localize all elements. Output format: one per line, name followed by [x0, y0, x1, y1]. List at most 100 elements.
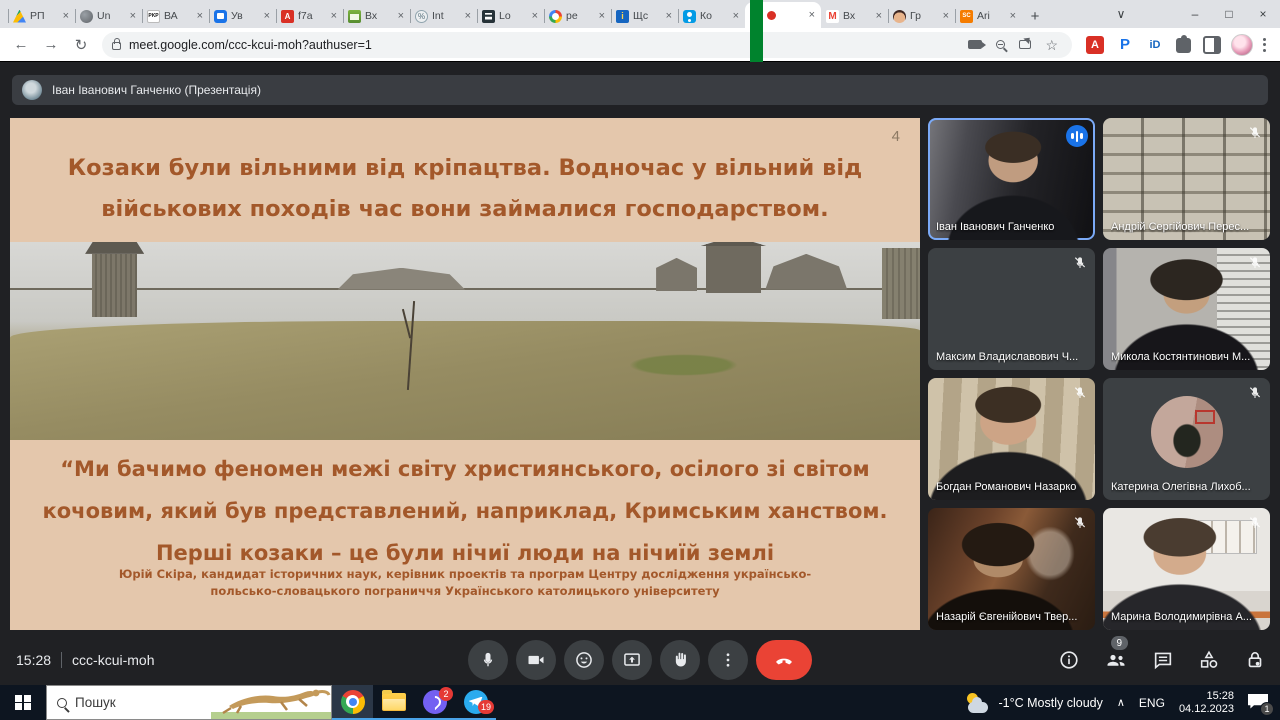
tab-close-icon[interactable]: ×: [808, 9, 816, 21]
windows-taskbar: Пошук 2 19 -1°C Mostly cloudy ∧ ENG 15:2…: [0, 685, 1280, 720]
browser-tab[interactable]: f7a ×: [276, 4, 343, 28]
tab-close-icon[interactable]: ×: [263, 10, 271, 22]
browser-menu-icon[interactable]: [1257, 38, 1272, 52]
browser-tab[interactable]: ×: [745, 2, 821, 28]
action-center-button[interactable]: 1: [1248, 694, 1268, 712]
meeting-details-button[interactable]: [1058, 649, 1080, 671]
bookmark-star-icon[interactable]: ☆: [1045, 38, 1058, 52]
tab-close-icon[interactable]: ×: [531, 10, 539, 22]
tray-overflow-chevron-icon[interactable]: ∧: [1117, 696, 1125, 709]
browser-tab[interactable]: Вх ×: [821, 4, 888, 28]
tab-close-icon[interactable]: ×: [598, 10, 606, 22]
profile-avatar[interactable]: [1231, 34, 1253, 56]
browser-tab[interactable]: РП ×: [8, 4, 75, 28]
reactions-button[interactable]: [564, 640, 604, 680]
tab-close-icon[interactable]: ×: [196, 10, 204, 22]
taskbar-clock[interactable]: 15:28 04.12.2023: [1179, 690, 1234, 716]
tab-close-icon[interactable]: ×: [62, 10, 70, 22]
side-panel-icon[interactable]: [1203, 36, 1221, 54]
present-screen-button[interactable]: [612, 640, 652, 680]
tab-close-icon[interactable]: ×: [732, 10, 740, 22]
tab-close-icon[interactable]: ×: [330, 10, 338, 22]
taskbar-chrome-button[interactable]: [332, 685, 373, 720]
p-extension-icon[interactable]: [1116, 36, 1134, 54]
language-indicator[interactable]: ENG: [1139, 696, 1165, 710]
divider: [61, 652, 62, 668]
participants-button[interactable]: 9: [1104, 648, 1128, 672]
browser-tab[interactable]: Гр ×: [888, 4, 955, 28]
taskbar-explorer-button[interactable]: [373, 685, 414, 720]
end-call-button[interactable]: [756, 640, 812, 680]
viber-unread-badge: 2: [439, 687, 453, 701]
participant-tile[interactable]: Микола Костянтинович М...: [1103, 248, 1270, 370]
browser-tab[interactable]: Щс ×: [611, 4, 678, 28]
share-icon[interactable]: [1019, 40, 1031, 49]
weather-widget[interactable]: -1°C Mostly cloudy: [965, 693, 1103, 713]
present-screen-icon: [622, 650, 642, 670]
back-button[interactable]: ←: [8, 32, 34, 58]
reload-button[interactable]: ↻: [68, 32, 94, 58]
extensions-puzzle-icon[interactable]: [1176, 38, 1191, 53]
browser-tab[interactable]: Вх ×: [343, 4, 410, 28]
browser-tab[interactable]: ре ×: [544, 4, 611, 28]
participant-tile[interactable]: Богдан Романович Назарко: [928, 378, 1095, 500]
browser-tab[interactable]: Int ×: [410, 4, 477, 28]
taskbar-search-box[interactable]: Пошук: [46, 685, 332, 720]
browser-tab[interactable]: Un ×: [75, 4, 142, 28]
meeting-panels: 9: [1058, 648, 1266, 672]
close-button[interactable]: ×: [1246, 0, 1280, 28]
minimize-button[interactable]: –: [1178, 0, 1212, 28]
tab-search-chevron-icon[interactable]: ∨: [1104, 0, 1138, 28]
host-controls-button[interactable]: [1244, 649, 1266, 671]
adobe-extension-icon[interactable]: [1086, 36, 1104, 54]
tab-close-icon[interactable]: ×: [942, 10, 950, 22]
microphone-button[interactable]: [468, 640, 508, 680]
tab-favicon-icon: [214, 10, 227, 23]
zoom-out-icon[interactable]: [996, 40, 1005, 49]
taskbar-viber-button[interactable]: 2: [414, 685, 455, 720]
mic-muted-icon: [1072, 255, 1088, 271]
participant-name: Катерина Олегівна Лихоб...: [1111, 481, 1262, 493]
tab-favicon-icon: [80, 10, 93, 23]
participant-tile[interactable]: Іван Іванович Ганченко: [928, 118, 1095, 240]
tab-close-icon[interactable]: ×: [129, 10, 137, 22]
tab-title: Int: [432, 10, 460, 22]
activities-button[interactable]: [1198, 649, 1220, 671]
taskbar-telegram-button[interactable]: 19: [455, 685, 496, 720]
mic-muted-icon: [1247, 125, 1263, 141]
url-text[interactable]: meet.google.com/ccc-kcui-moh?authuser=1: [129, 38, 960, 52]
camera-button[interactable]: [516, 640, 556, 680]
tab-close-icon[interactable]: ×: [397, 10, 405, 22]
slide-quote: “Ми бачимо феномен межі світу християнсь…: [10, 448, 920, 574]
browser-tab[interactable]: Ari ×: [955, 4, 1022, 28]
extensions-row: [1080, 36, 1227, 54]
more-options-button[interactable]: [708, 640, 748, 680]
camera-in-use-icon[interactable]: [968, 40, 982, 49]
forward-button[interactable]: →: [38, 32, 64, 58]
browser-tab[interactable]: Ко ×: [678, 4, 745, 28]
browser-tab[interactable]: Lo ×: [477, 4, 544, 28]
browser-tab[interactable]: ВА ×: [142, 4, 209, 28]
church-tower: [706, 244, 761, 294]
tab-favicon-icon: [147, 10, 160, 23]
participant-tile[interactable]: Катерина Олегівна Лихоб...: [1103, 378, 1270, 500]
browser-tab[interactable]: Ув ×: [209, 4, 276, 28]
participant-tile[interactable]: Андрій Сергійович Перес...: [1103, 118, 1270, 240]
participant-tile[interactable]: Марина Володимирівна А...: [1103, 508, 1270, 630]
tab-close-icon[interactable]: ×: [1009, 10, 1017, 22]
raise-hand-button[interactable]: [660, 640, 700, 680]
taskbar-pinned-apps: 2 19: [332, 685, 496, 720]
shared-presentation-slide: 4 Козаки були вільними від кріпацтва. Во…: [10, 118, 920, 630]
tab-close-icon[interactable]: ×: [665, 10, 673, 22]
start-button[interactable]: [0, 685, 46, 720]
new-tab-button[interactable]: +: [1022, 4, 1048, 28]
maximize-button[interactable]: □: [1212, 0, 1246, 28]
chat-button[interactable]: [1152, 649, 1174, 671]
tab-close-icon[interactable]: ×: [875, 10, 883, 22]
id-extension-icon[interactable]: [1146, 36, 1164, 54]
participant-tile[interactable]: Назарій Євгенійович Твер...: [928, 508, 1095, 630]
participant-tile[interactable]: Максим Владиславович Ч...: [928, 248, 1095, 370]
url-omnibox[interactable]: meet.google.com/ccc-kcui-moh?authuser=1 …: [102, 32, 1072, 58]
tab-title: Lo: [499, 10, 527, 22]
tab-close-icon[interactable]: ×: [464, 10, 472, 22]
